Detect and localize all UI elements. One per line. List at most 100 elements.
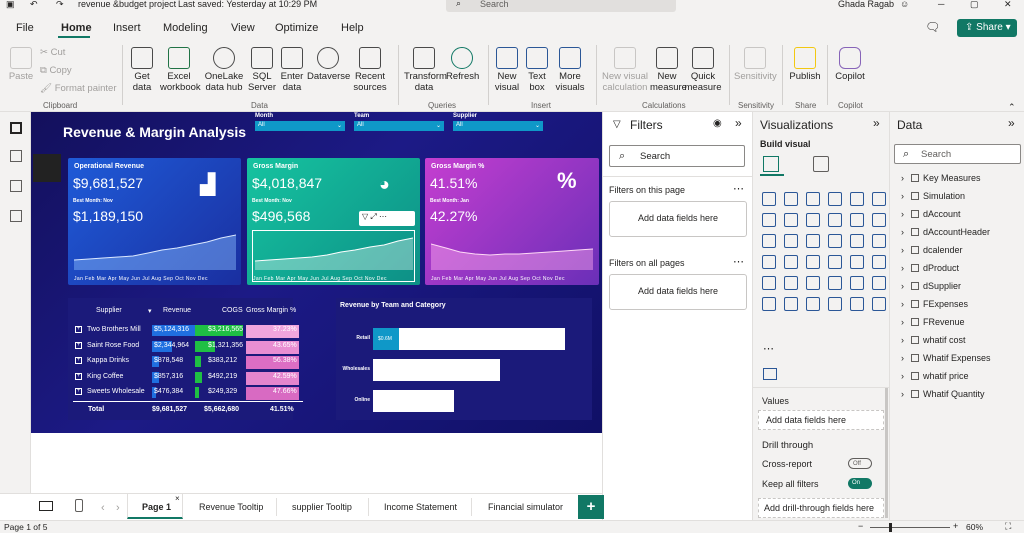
paginated-icon[interactable] xyxy=(872,297,886,311)
minimize-icon[interactable]: ─ xyxy=(938,0,944,9)
viz-scrollbar[interactable] xyxy=(885,388,888,518)
table-icon[interactable] xyxy=(828,276,842,290)
slicer-icon[interactable] xyxy=(806,276,820,290)
100-bar-icon[interactable] xyxy=(850,192,864,206)
clustered-bar-icon[interactable] xyxy=(806,192,820,206)
fit-page-icon[interactable]: ⛶ xyxy=(1005,521,1011,532)
data-table-item[interactable]: › dProduct xyxy=(901,263,959,273)
filters-search-input[interactable]: ⌕ Search xyxy=(609,145,745,167)
save-icon[interactable]: ▣ xyxy=(6,0,15,10)
table-row[interactable]: + Two Brothers Mill $5,124,316 $3,216,565 37… xyxy=(68,325,303,338)
waterfall-icon[interactable] xyxy=(784,234,798,248)
format-visual-tab[interactable] xyxy=(813,156,829,172)
filled-map-icon[interactable] xyxy=(806,255,820,269)
matrix-icon[interactable] xyxy=(850,276,864,290)
table-row[interactable]: + Saint Rose Food $2,344,964 $1,321,356 43.6… xyxy=(68,340,303,354)
line-stacked-column-icon[interactable] xyxy=(872,213,886,227)
text-box-button[interactable]: Text box xyxy=(524,47,550,93)
100-column-icon[interactable] xyxy=(872,192,886,206)
slicer-month-dropdown[interactable]: All ⌄ xyxy=(255,121,345,131)
table-row[interactable]: + Kappa Drinks $878,548 $383,212 56.38% xyxy=(68,356,303,369)
new-measure-button[interactable]: New measure xyxy=(650,47,687,93)
data-table-item[interactable]: › whatif price xyxy=(901,371,969,381)
transform-data-button[interactable]: Transform data xyxy=(404,47,447,93)
collapse-data-icon[interactable]: » xyxy=(1008,116,1015,130)
col-supplier[interactable]: Supplier xyxy=(96,307,122,314)
zoom-thumb[interactable] xyxy=(889,523,892,532)
add-page-filter-well[interactable]: Add data fields here xyxy=(609,201,747,237)
team-bar[interactable] xyxy=(373,359,500,381)
table-row[interactable]: + Sweets Wholesale $476,384 $249,329 47.66% xyxy=(68,387,303,400)
new-visual-button[interactable]: New visual xyxy=(494,47,520,93)
menu-modeling[interactable]: Modeling xyxy=(163,22,208,34)
multi-card-icon[interactable] xyxy=(762,276,776,290)
zoom-out-icon[interactable]: − xyxy=(858,521,863,531)
data-table-item[interactable]: › Whatif Expenses xyxy=(901,353,991,363)
table-view-icon[interactable] xyxy=(10,150,22,162)
format-painter-button[interactable]: 🖌 Format painter xyxy=(40,83,116,94)
table-row[interactable]: + King Coffee $857,316 $492,219 42.59% xyxy=(68,371,303,385)
expand-icon[interactable]: + xyxy=(75,357,82,364)
slicer-supplier[interactable]: Supplier All ⌄ xyxy=(453,113,543,131)
zoom-slider[interactable] xyxy=(870,527,950,528)
area-icon[interactable] xyxy=(784,213,798,227)
next-page-icon[interactable]: › xyxy=(116,502,120,514)
excel-workbook-button[interactable]: Excel workbook xyxy=(160,47,201,93)
gauge-icon[interactable] xyxy=(850,255,864,269)
scatter-icon[interactable] xyxy=(828,234,842,248)
100-area-icon[interactable] xyxy=(828,213,842,227)
tab-supplier-tooltip[interactable]: supplier Tooltip xyxy=(292,502,352,512)
stacked-area-icon[interactable] xyxy=(806,213,820,227)
data-table-item[interactable]: › dSupplier xyxy=(901,281,961,291)
recent-sources-button[interactable]: Recent sources xyxy=(352,47,388,93)
close-tab-icon[interactable]: × xyxy=(175,494,180,503)
data-table-item[interactable]: › Whatif Quantity xyxy=(901,389,985,399)
donut-icon[interactable] xyxy=(872,234,886,248)
more-options-icon[interactable]: ⋯ xyxy=(733,182,744,195)
menu-view[interactable]: View xyxy=(231,22,255,34)
card-gross-margin-pct[interactable]: Gross Margin % 41.51% Best Month: Jan 42… xyxy=(425,158,599,285)
menu-home[interactable]: Home xyxy=(61,22,92,34)
col-gm[interactable]: Gross Margin % xyxy=(246,307,296,314)
slicer-supplier-dropdown[interactable]: All ⌄ xyxy=(453,121,543,131)
avatar[interactable]: ☺ xyxy=(900,0,909,9)
sensitivity-button[interactable]: Sensitivity xyxy=(734,47,777,82)
col-revenue[interactable]: Revenue xyxy=(163,307,191,314)
narrative-icon[interactable] xyxy=(850,297,864,311)
pie-icon[interactable] xyxy=(850,234,864,248)
expand-icon[interactable]: + xyxy=(75,341,82,349)
r-visual-icon[interactable] xyxy=(872,276,886,290)
keep-filters-toggle[interactable]: On xyxy=(848,478,872,489)
qa-icon[interactable] xyxy=(828,297,842,311)
card-icon[interactable] xyxy=(872,255,886,269)
col-cogs[interactable]: COGS xyxy=(222,307,243,314)
tab-financial-simulator[interactable]: Financial simulator xyxy=(488,502,563,512)
undo-icon[interactable]: ↶ xyxy=(30,0,38,10)
menu-insert[interactable]: Insert xyxy=(113,22,141,34)
desktop-layout-icon[interactable] xyxy=(39,501,53,511)
quick-measure-button[interactable]: Quick measure xyxy=(684,47,722,93)
focus-mode-icon[interactable]: ⤢ xyxy=(370,212,379,221)
kpi-icon[interactable] xyxy=(784,276,798,290)
enter-data-button[interactable]: Enter data xyxy=(279,47,305,93)
expand-icon[interactable]: + xyxy=(75,388,82,395)
decomposition-tree-icon[interactable] xyxy=(806,297,820,311)
new-visual-calculation-button[interactable]: New visual calculation xyxy=(601,47,649,93)
refresh-button[interactable]: Refresh xyxy=(446,47,479,82)
build-visual-tab[interactable] xyxy=(760,154,784,176)
stacked-bar-icon[interactable] xyxy=(762,192,776,206)
menu-optimize[interactable]: Optimize xyxy=(275,22,318,34)
get-visual-icon[interactable] xyxy=(763,368,777,380)
team-bar[interactable]: $0.6M xyxy=(373,328,565,350)
collapse-viz-icon[interactable]: » xyxy=(873,116,880,130)
copy-button[interactable]: ⧉ Copy xyxy=(40,65,72,76)
ribbon-icon[interactable] xyxy=(762,234,776,248)
tab-revenue-tooltip[interactable]: Revenue Tooltip xyxy=(199,502,263,512)
add-all-pages-filter-well[interactable]: Add data fields here xyxy=(609,274,747,310)
paste-button[interactable]: Paste xyxy=(8,47,34,82)
map-icon[interactable] xyxy=(784,255,798,269)
report-view-icon[interactable] xyxy=(10,122,22,134)
menu-help[interactable]: Help xyxy=(341,22,364,34)
add-page-button[interactable]: + xyxy=(578,495,604,519)
redo-icon[interactable]: ↷ xyxy=(56,0,64,10)
